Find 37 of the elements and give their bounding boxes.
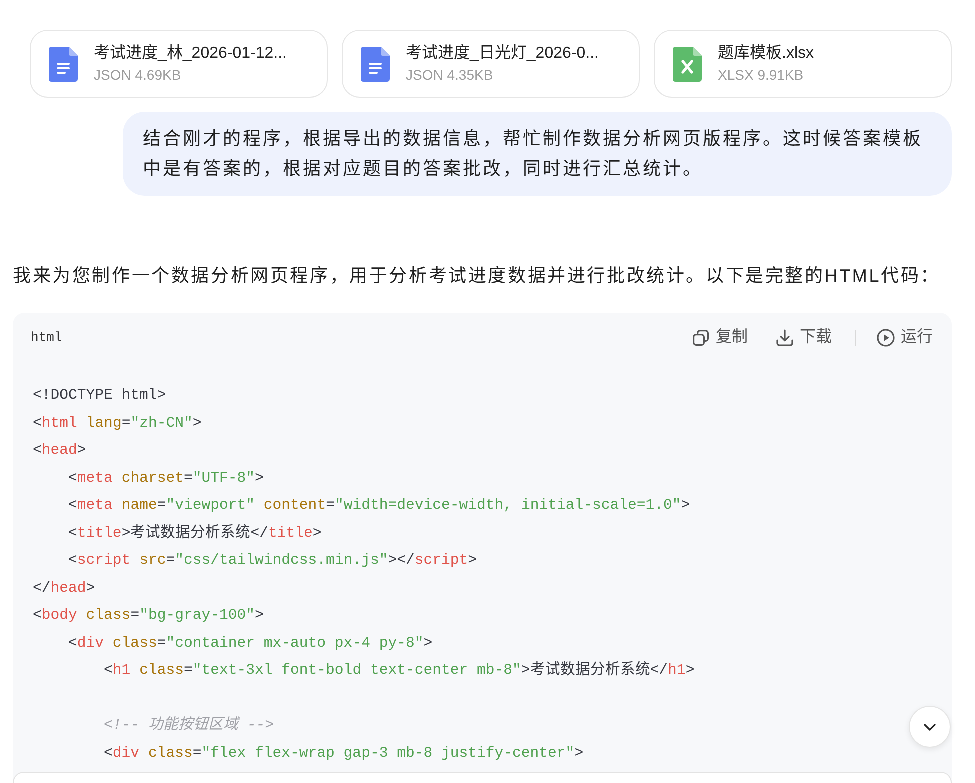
- code-line: <head>: [33, 442, 86, 461]
- play-icon: [877, 329, 895, 347]
- file-size: XLSX 9.91KB: [718, 66, 805, 85]
- scroll-down-button[interactable]: [909, 706, 951, 748]
- code-line: <title>考试数据分析系统</title>: [68, 523, 322, 544]
- code-line: <h1 class="text-3xl font-bold text-center mb-8">考试数据分析系统</h1>: [103, 660, 695, 681]
- message-text: 结合刚才的程序，根据导出的数据信息，帮忙制作数据分析网页版程序。这时候答案模板中是有答案的，根据对应题目的答案批改，同时进行汇总统计。: [143, 128, 924, 181]
- run-button[interactable]: 运行: [877, 327, 933, 349]
- chevron-down-icon: [924, 724, 936, 730]
- document-icon: [49, 46, 78, 82]
- code-line: <div class="flex flex-wrap gap-3 mb-8 justify-center">: [103, 744, 584, 764]
- code-line: <meta charset="UTF-8">: [68, 470, 264, 488]
- file-size: JSON 4.35KB: [406, 66, 494, 85]
- code-line: <meta name="viewport" content="width=device-width, initial-scale=1.0">: [68, 497, 690, 516]
- file-name: 考试进度_日光灯_2026-0...: [406, 43, 599, 64]
- download-icon: [776, 329, 794, 347]
- file-name: 题库模板.xlsx: [718, 43, 814, 64]
- code-line: <div class="container mx-auto px-4 py-8">: [68, 634, 433, 654]
- code-language-label: html: [31, 329, 62, 348]
- copy-icon: [692, 329, 710, 347]
- code-line: <html lang="zh-CN">: [33, 414, 202, 434]
- file-card[interactable]: 考试进度_日光灯_2026-0... JSON 4.35KB: [342, 30, 640, 98]
- code-line: <body class="bg-gray-100">: [33, 607, 264, 626]
- copy-button[interactable]: 复制: [692, 327, 748, 349]
- code-line: <script src="css/tailwindcss.min.js"></script>: [68, 552, 478, 571]
- code-line: <!-- 功能按钮区域 -->: [103, 716, 274, 736]
- file-size: JSON 4.69KB: [94, 66, 182, 85]
- file-name: 考试进度_林_2026-01-12...: [94, 43, 287, 64]
- message-input-field[interactable]: [13, 772, 952, 783]
- code-line: </head>: [33, 580, 96, 598]
- download-button[interactable]: 下载: [776, 327, 832, 349]
- file-card[interactable]: 题库模板.xlsx XLSX 9.91KB: [654, 30, 952, 98]
- file-card[interactable]: 考试进度_林_2026-01-12... JSON 4.69KB: [30, 30, 328, 98]
- spreadsheet-icon: [673, 46, 702, 82]
- code-line: <!DOCTYPE html>: [33, 387, 166, 406]
- document-icon: [361, 46, 390, 82]
- response-text: 我来为您制作一个数据分析网页程序，用于分析考试进度数据并进行批改统计。以下是完整的HTML代码：: [13, 265, 942, 288]
